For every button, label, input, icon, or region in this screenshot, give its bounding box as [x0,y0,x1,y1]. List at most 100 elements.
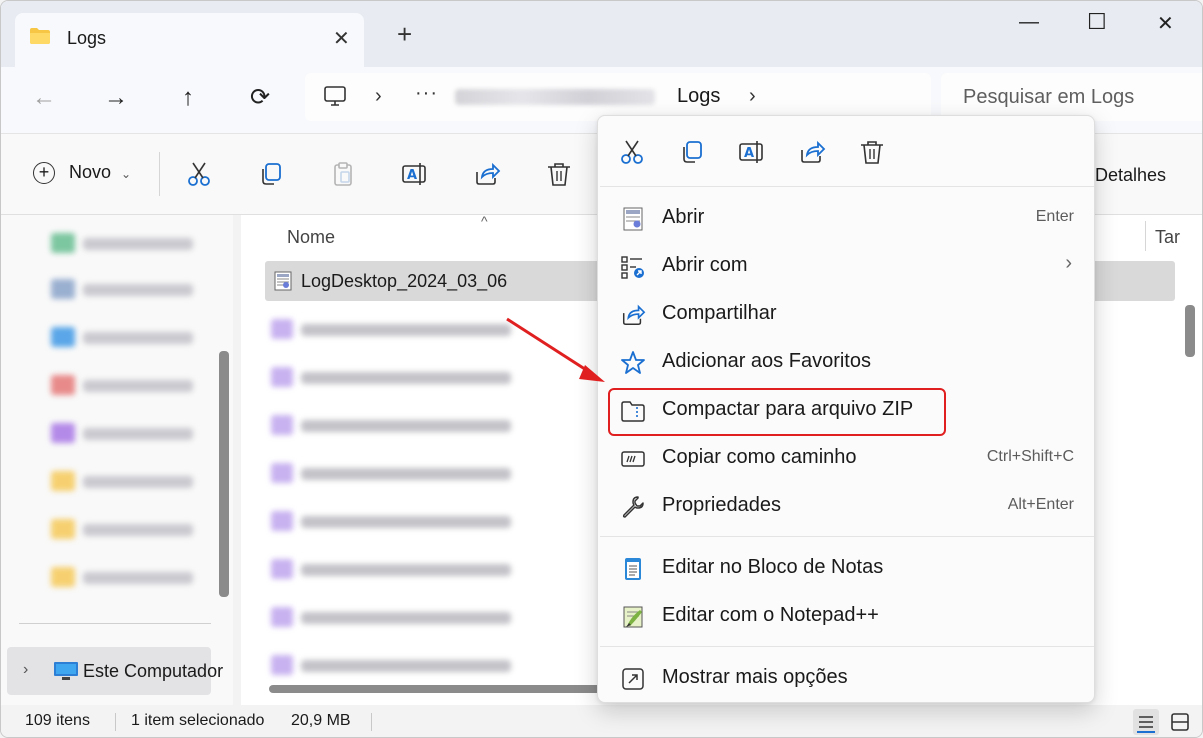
copy-icon[interactable] [678,138,706,166]
share-icon[interactable] [798,138,826,166]
back-button[interactable]: ← [29,83,59,113]
plus-icon: + [33,162,55,185]
sidebar-item-blurred[interactable] [51,373,211,397]
sidebar-scrollbar[interactable] [219,351,229,597]
list-item[interactable] [269,413,529,437]
share-icon[interactable] [473,160,501,188]
tiles-view-icon[interactable] [1167,709,1193,735]
navigation-pane: › Este Computador [1,215,233,705]
list-item[interactable] [269,509,529,533]
sidebar-item-blurred[interactable] [51,231,211,255]
chevron-right-icon[interactable]: › [749,85,756,108]
blurred-icon [271,511,293,531]
menu-item-show-more[interactable]: Mostrar mais opções [598,654,1096,702]
blurred-icon [51,279,75,299]
sidebar-item-blurred[interactable] [51,325,211,349]
blurred-icon [51,423,75,443]
menu-item-edit-notepad[interactable]: Editar no Bloco de Notas [598,544,1096,592]
svg-text:A: A [407,168,417,183]
menu-item-open[interactable]: Abrir Enter [598,194,1096,242]
column-header-name[interactable]: Nome [287,227,335,248]
sidebar-item-blurred[interactable] [51,565,211,589]
up-button[interactable]: ↑ [173,83,203,113]
item-count: 109 itens [25,712,90,729]
selection-count: 1 item selecionado [131,712,265,729]
tab-logs[interactable]: Logs ✕ [15,13,364,67]
menu-item-copy-path[interactable]: Copiar como caminho Ctrl+Shift+C [598,434,1096,482]
blurred-icon [51,471,75,491]
notepad-plus-plus-icon [623,606,643,628]
sidebar-item-blurred[interactable] [51,517,211,541]
rename-icon[interactable]: A [401,160,429,188]
open-file-icon [623,207,643,231]
list-item[interactable] [269,461,529,485]
menu-label: Editar no Bloco de Notas [662,556,884,578]
menu-item-add-favorites[interactable]: Adicionar aos Favoritos [598,338,1096,386]
blurred-icon [51,567,75,587]
breadcrumb-logs[interactable]: Logs [677,85,720,108]
address-bar[interactable]: › ··· Logs › [305,73,931,121]
svg-text:A: A [744,146,754,161]
details-pane-button[interactable]: Detalhes [1095,165,1166,186]
blurred-path-segment [455,89,655,105]
menu-item-edit-notepadpp[interactable]: Editar com o Notepad++ [598,592,1096,640]
list-item[interactable] [269,557,529,581]
blurred-icon [51,327,75,347]
blurred-label [301,420,511,432]
menu-divider [600,536,1094,537]
menu-item-properties[interactable]: Propriedades Alt+Enter [598,482,1096,530]
new-button[interactable]: + Novo ⌄ [33,162,131,185]
sidebar-item-blurred[interactable] [51,421,211,445]
vertical-scrollbar[interactable] [1185,305,1195,357]
cut-icon[interactable] [618,138,646,166]
refresh-button[interactable]: ⟳ [245,83,275,113]
menu-label: Abrir com [662,254,748,276]
cut-icon[interactable] [185,160,213,188]
tab-close-icon[interactable]: ✕ [333,26,350,51]
blurred-label [301,564,511,576]
column-header-size[interactable]: Tar [1155,227,1180,248]
sidebar-item-blurred[interactable] [51,277,211,301]
this-pc-label: Este Computador [83,661,224,681]
close-window-button[interactable]: ✕ [1157,11,1174,36]
search-input[interactable]: Pesquisar em Logs [941,73,1202,121]
chevron-right-icon[interactable]: › [375,85,382,108]
star-icon [621,351,645,374]
forward-button[interactable]: → [101,83,131,113]
menu-item-share[interactable]: Compartilhar [598,290,1096,338]
chevron-right-icon[interactable]: › [23,661,28,679]
delete-icon[interactable] [858,138,886,166]
details-view-icon[interactable] [1133,709,1159,735]
annotation-highlight-box [608,388,946,436]
menu-item-open-with[interactable]: Abrir com › [598,242,1096,290]
new-tab-button[interactable]: + [397,21,412,47]
ellipsis-button[interactable]: ··· [415,82,438,105]
blurred-icon [271,367,293,387]
shortcut-label: Alt+Enter [1007,496,1074,513]
rename-icon[interactable]: A [738,138,766,166]
selection-size: 20,9 MB [291,712,351,729]
menu-label: Adicionar aos Favoritos [662,350,871,372]
minimize-button[interactable]: — [1019,11,1039,34]
sidebar-item-this-pc[interactable]: › Este Computador [7,647,223,695]
copy-icon[interactable] [257,160,285,188]
new-label: Novo [69,162,112,182]
delete-icon[interactable] [545,160,573,188]
shortcut-label: Ctrl+Shift+C [986,448,1074,465]
blurred-label [83,238,193,250]
list-item[interactable] [269,653,529,677]
list-item[interactable] [269,365,529,389]
sidebar-item-blurred[interactable] [51,469,211,493]
blurred-label [83,428,193,440]
maximize-button[interactable]: ☐ [1087,9,1107,35]
search-placeholder: Pesquisar em Logs [963,86,1135,108]
blurred-icon [271,655,293,675]
blurred-icon [271,415,293,435]
list-item[interactable] [269,605,529,629]
list-item[interactable] [269,317,529,341]
log-file-icon [274,271,292,291]
notepad-icon [625,558,641,580]
wrench-icon [622,496,644,518]
menu-label: Mostrar mais opções [662,666,848,688]
status-divider [371,713,372,731]
